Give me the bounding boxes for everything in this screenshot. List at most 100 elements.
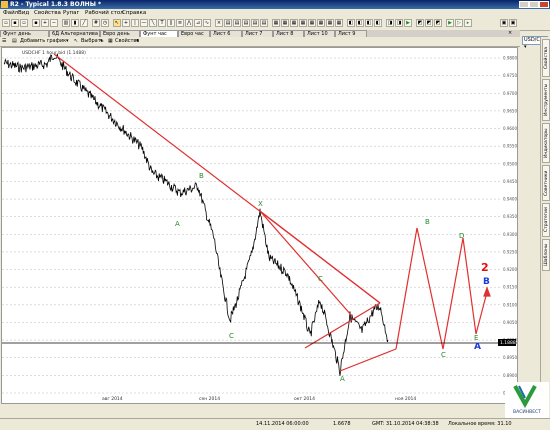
app-icon [1,1,8,8]
properties-dropdown-icon[interactable]: ▾ [136,37,139,46]
select-icon[interactable]: ↖ [74,37,78,46]
tool-j-icon[interactable]: ▦ [308,19,316,27]
status-datetime: 14.11.2014 06:00:00 [256,421,309,427]
price-chart[interactable]: 0.9800 0.9750 0.9700 0.9650 0.9600 0.9550 0.95… [1,47,518,404]
y-tick-label: 0.9350 [503,214,517,219]
menu-market[interactable]: Рупаг [63,9,79,17]
grid-icon[interactable]: # [92,19,100,27]
trend-line-upper[interactable] [304,302,381,349]
menu-view[interactable]: Вид [18,9,29,17]
vertical-line-icon[interactable]: | [131,19,139,27]
tool-u-icon[interactable]: ◩ [425,19,433,27]
delete-icon[interactable]: × [215,19,223,27]
projection-label-2: 2 [481,261,489,274]
tab-euro-hour[interactable]: Евро час [178,30,210,37]
trendline-icon[interactable]: ╲ [149,19,157,27]
tool-l-icon[interactable]: ▦ [326,19,334,27]
fibo-icon[interactable]: ≡ [176,19,184,27]
tab-euro-day[interactable]: Евро день [100,30,140,37]
tab-sheet-8[interactable]: Лист 8 [273,30,304,37]
tool-s-icon[interactable]: ◨ [395,19,403,27]
tab-pound-hour[interactable]: Фунт час [140,30,178,37]
tool-e-icon[interactable]: ▤ [260,19,268,27]
add-chart-icon[interactable]: ▤ [12,37,17,46]
tool-h-icon[interactable]: ▦ [290,19,298,27]
maximize-button[interactable] [529,1,539,8]
print-icon[interactable]: ▪ [32,19,40,27]
tool-g-icon[interactable]: ▦ [281,19,289,27]
wave-label-c2: C [318,275,323,283]
tool-v-icon[interactable]: ◩ [434,19,442,27]
period-icon[interactable]: ◷ [101,19,109,27]
tab-sheet-9[interactable]: Лист 9 [335,30,367,37]
y-tick-label: 0.9450 [503,179,517,184]
tab-sheet-7[interactable]: Лист 7 [242,30,273,37]
menu-desktop[interactable]: Рабочий стол [85,9,124,17]
tab-6d-alt[interactable]: 6Д Альтернатива [49,30,100,37]
tool-w-icon[interactable]: ▣ [500,19,508,27]
hand-icon[interactable]: ☰ [2,37,6,46]
tool-i-icon[interactable]: ▦ [299,19,307,27]
channel-icon[interactable]: ∥ [167,19,175,27]
trend-line-x[interactable] [259,210,381,304]
cycle-icon[interactable]: ∿ [203,19,211,27]
cursor-icon[interactable]: ↖ [113,19,121,27]
tab-close-icon[interactable]: × [508,30,512,36]
menu-properties[interactable]: Свойства [34,9,61,17]
open-icon[interactable]: ▪ [11,19,19,27]
green-arrow-icon[interactable]: ▶ [404,19,412,27]
tool-d-icon[interactable]: ▤ [251,19,259,27]
tool-r-icon[interactable]: ◨ [386,19,394,27]
menu-help[interactable]: Справка [122,9,146,17]
panel-tab-advisors[interactable]: Советники [542,165,550,201]
forward-icon[interactable]: ▸ [464,19,472,27]
tool-m-icon[interactable]: ▦ [335,19,343,27]
tool-b-icon[interactable]: ▤ [233,19,241,27]
gann-icon[interactable]: ⊿ [194,19,202,27]
x-tick-label: окт 2014 [294,396,315,402]
logo-text: ВАСИНВЕСТ [513,409,541,415]
wave-label-c1: C [229,332,234,340]
properties-icon[interactable]: ▦ [108,37,113,46]
chart-candle-icon[interactable]: ▮ [71,19,79,27]
andrews-icon[interactable]: ⋀ [185,19,193,27]
zoom-in-icon[interactable]: + [41,19,49,27]
tab-sheet-10[interactable]: Лист 10 [304,30,335,37]
panel-tab-tools[interactable]: Инструменты [542,79,550,121]
close-button[interactable] [539,1,549,8]
panel-tab-strategies[interactable]: Стратегии [542,203,550,237]
select-dropdown-icon[interactable]: ▾ [100,37,103,46]
crosshair-icon[interactable]: + [122,19,130,27]
tool-c-icon[interactable]: ▤ [242,19,250,27]
panel-tab-templates[interactable]: Шаблоны [542,239,550,271]
menu-file[interactable]: Файл [3,9,18,17]
tool-q-icon[interactable]: ◧ [374,19,382,27]
zoom-out-icon[interactable]: − [50,19,58,27]
tool-n-icon[interactable]: ◧ [347,19,355,27]
save-icon[interactable]: ▫ [20,19,28,27]
chart-line-icon[interactable]: ╱ [80,19,88,27]
tool-t-icon[interactable]: ◩ [416,19,424,27]
step-icon[interactable]: ▷ [455,19,463,27]
tool-o-icon[interactable]: ◧ [356,19,364,27]
tool-f-icon[interactable]: ▦ [272,19,280,27]
add-chart-dropdown-icon[interactable]: ▾ [66,37,69,46]
add-chart-button[interactable]: Добавить график [20,37,66,46]
minimize-button[interactable] [519,1,529,8]
horizontal-line-icon[interactable]: — [140,19,148,27]
tab-sheet-6[interactable]: Лист 6 [210,30,242,37]
trend-line-lower[interactable] [339,348,397,372]
new-icon[interactable]: ▫ [2,19,10,27]
panel-tab-indicators[interactable]: Индикаторы [542,123,550,163]
tab-pound-day[interactable]: Фунт день [0,30,49,37]
tool-a-icon[interactable]: ▤ [224,19,232,27]
y-tick-label: 0.8950 [503,355,517,360]
text-icon[interactable]: T [158,19,166,27]
panel-tab-properties[interactable]: Свойства [542,39,550,77]
tool-x-icon[interactable]: ▣ [509,19,517,27]
play-icon[interactable]: ▶ [446,19,454,27]
tool-p-icon[interactable]: ◧ [365,19,373,27]
tool-k-icon[interactable]: ▦ [317,19,325,27]
projection-zigzag[interactable] [395,227,488,350]
chart-bar-icon[interactable]: ▥ [62,19,70,27]
